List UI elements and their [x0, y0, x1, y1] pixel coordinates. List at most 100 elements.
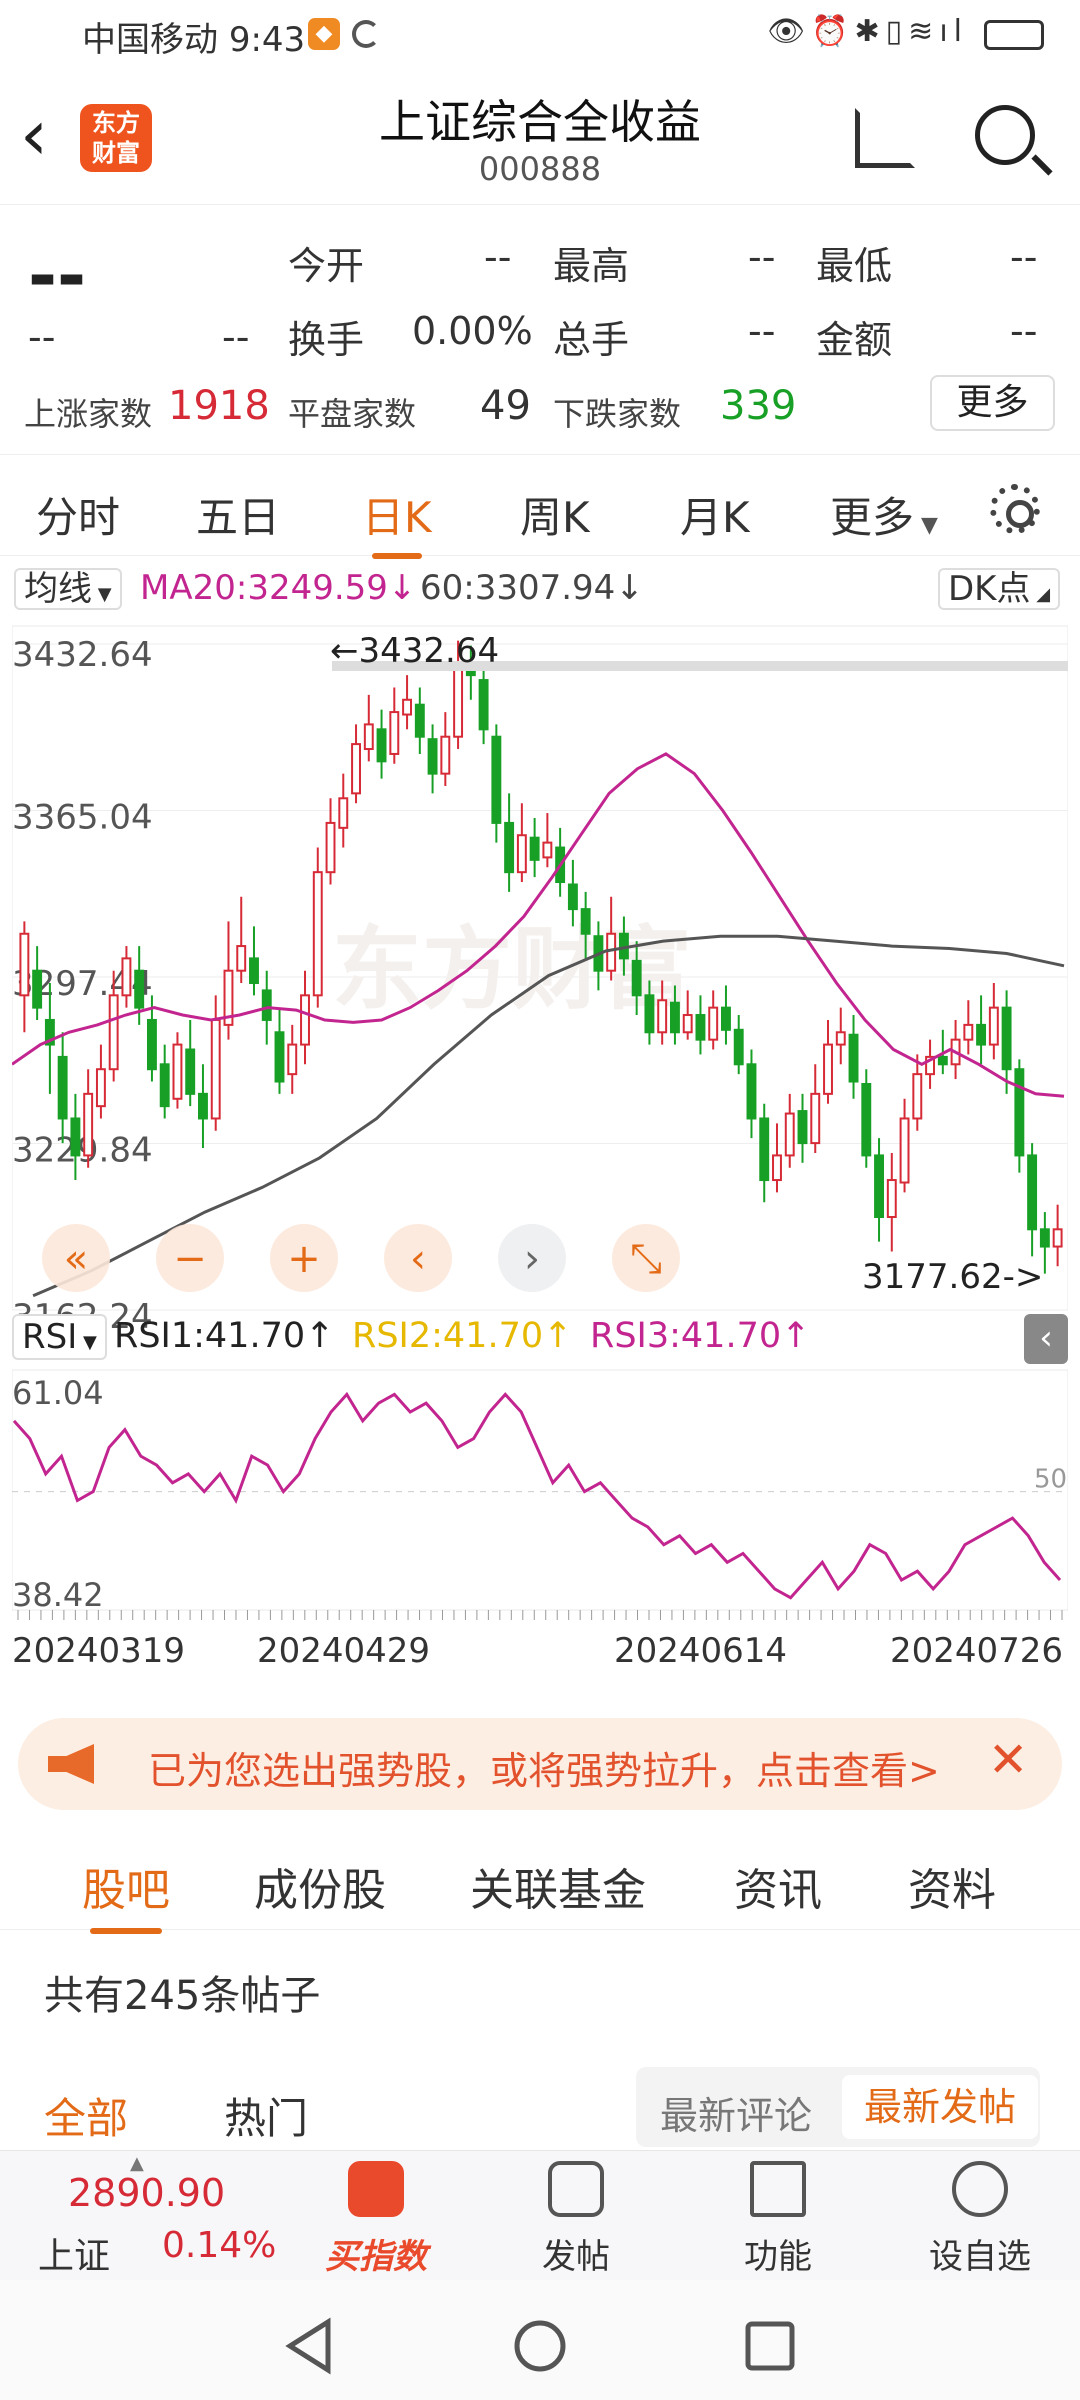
tab-news[interactable]: 资讯 [734, 1854, 822, 1918]
up-count-value: 1918 [168, 383, 270, 429]
functions-label: 功能 [744, 2237, 812, 2277]
candle-body [606, 932, 617, 972]
collapse-panel-button[interactable]: ‹ [1024, 1314, 1068, 1364]
ma-selector[interactable]: 均线 ▼ [14, 568, 122, 610]
chart-area[interactable]: 3432.643365.043297.443229.843162.24东方财富←… [11, 620, 1069, 1700]
tab-daily-k[interactable]: 日K [362, 484, 432, 559]
candle-body [861, 1082, 872, 1157]
candle-body [300, 994, 310, 1046]
ma20-readout: MA20:3249.59↓ [140, 568, 417, 608]
index-value[interactable]: 2890.90 [68, 2171, 225, 2215]
megaphone-icon [48, 1744, 94, 1784]
nav-home-icon[interactable] [510, 2316, 570, 2376]
rsi-selector[interactable]: RSI ▼ [12, 1314, 107, 1360]
candle-body [402, 698, 413, 716]
post-count: 共有245条帖子 [44, 1973, 321, 2019]
dk-point-button[interactable]: DK点 ◢ [938, 568, 1061, 610]
rsi-y-min: 38.42 [12, 1576, 104, 1614]
dropdown-arrow-icon: ▼ [77, 1332, 97, 1353]
pan-right-button-icon: › [524, 1236, 540, 1282]
add-watchlist-label: 设自选 [929, 2237, 1031, 2277]
candle-body [312, 871, 323, 997]
candle-body [453, 661, 464, 738]
change-percent: -- [222, 315, 250, 359]
tab-constituents[interactable]: 成份股 [254, 1854, 386, 1918]
candle-body [427, 738, 438, 775]
more-dots-icon [952, 2161, 1008, 2217]
bottom-dock: ▲ 2890.90 上证 0.14% 买指数 发帖 功能 设自选 [0, 2150, 1080, 2280]
x-date-label: 20240319 [12, 1631, 185, 1671]
current-price: -- [28, 235, 87, 317]
candle-body [733, 1028, 744, 1066]
open-value: -- [484, 235, 512, 279]
change-amount: -- [28, 315, 56, 359]
tab-weekly-k[interactable]: 周K [520, 484, 590, 545]
y-tick-label: 3432.64 [12, 635, 153, 675]
tab-more[interactable]: 更多 ▼ [830, 484, 938, 545]
zoom-out-button[interactable]: − [156, 1224, 224, 1292]
stock-code: 000888 [478, 150, 602, 188]
candle-body [937, 1055, 948, 1066]
pan-right-button[interactable]: › [498, 1224, 566, 1292]
open-label: 今开 [288, 244, 365, 288]
banner-text: 已为您选出强势股，或将强势拉升，点击查看> [148, 1749, 940, 1793]
low-value: -- [1010, 235, 1038, 279]
candle-body [912, 1073, 923, 1120]
candle-body [491, 735, 502, 824]
filter-all[interactable]: 全部 [44, 2085, 128, 2146]
post-button[interactable]: 发帖 [506, 2161, 646, 2278]
nav-recents-icon[interactable] [740, 2316, 800, 2376]
pan-left-button[interactable]: ‹ [384, 1224, 452, 1292]
dropdown-arrow-icon: ▼ [914, 513, 938, 538]
search-icon[interactable] [975, 105, 1035, 165]
candle-body [848, 1033, 859, 1083]
candle-body [134, 969, 145, 1009]
ma60-readout: 60:3307.94↓ [420, 568, 644, 608]
system-status-icons: 👁⏰✱▯≋ıl [767, 14, 968, 49]
buy-index-button[interactable]: 买指数 [306, 2161, 446, 2278]
tab-five-day[interactable]: 五日 [196, 484, 280, 545]
chart-svg[interactable]: 3432.643365.043297.443229.843162.24东方财富←… [11, 620, 1069, 1700]
candle-body [988, 1006, 999, 1046]
candle-body [874, 1154, 884, 1218]
tab-monthly-k[interactable]: 月K [680, 484, 750, 545]
candle-body [414, 703, 425, 738]
nav-back-icon[interactable] [280, 2316, 340, 2376]
functions-button[interactable]: 功能 [708, 2161, 848, 2278]
expand-button[interactable]: ⤡ [612, 1224, 680, 1292]
zoom-in-button[interactable]: + [270, 1224, 338, 1292]
filter-hot[interactable]: 热门 [224, 2085, 308, 2146]
close-icon[interactable]: ✕ [988, 1732, 1028, 1788]
gear-icon[interactable] [990, 484, 1040, 534]
rsi-ref-label: 50 [1034, 1465, 1067, 1495]
candle-body [504, 821, 515, 874]
candle-body [236, 945, 247, 972]
pan-left-button-icon: ‹ [410, 1236, 426, 1282]
status-bar: 中国移动 9:43 ◆ 👁⏰✱▯≋ıl [0, 0, 1080, 70]
high-label: 最高 [553, 244, 630, 288]
rsi2-readout: RSI2:41.70↑ [352, 1316, 573, 1356]
promo-banner[interactable]: 已为您选出强势股，或将强势拉升，点击查看> ✕ [18, 1718, 1062, 1810]
add-watchlist-button[interactable]: 设自选 [910, 2161, 1050, 2278]
tab-profile[interactable]: 资料 [908, 1854, 996, 1918]
sort-latest-post[interactable]: 最新发帖 [842, 2075, 1038, 2139]
header: ‹ 东方 财富 上证综合全收益 000888 [0, 70, 1080, 205]
posts-section: 共有245条帖子 全部 热门 最新评论 最新发帖 [0, 1935, 1080, 2150]
tab-guba[interactable]: 股吧 [82, 1854, 170, 1934]
sort-latest-comment[interactable]: 最新评论 [660, 2085, 812, 2140]
x-date-label: 20240726 [890, 1631, 1063, 1671]
candle-body [274, 1031, 285, 1083]
candle-body [963, 1023, 974, 1041]
turnover-value: 0.00% [412, 309, 533, 353]
tab-intraday[interactable]: 分时 [36, 484, 120, 545]
candle-body [121, 957, 132, 997]
content-tabs: 股吧 成份股 关联基金 资讯 资料 [0, 1830, 1080, 1934]
candle-body [886, 1179, 897, 1218]
more-stats-button[interactable]: 更多 [930, 375, 1055, 431]
amount-value: -- [1010, 309, 1038, 353]
tab-related-funds[interactable]: 关联基金 [470, 1854, 646, 1918]
share-icon[interactable] [855, 108, 915, 168]
grid-icon [750, 2161, 806, 2217]
candle-body [708, 1006, 719, 1041]
rewind-button[interactable]: « [42, 1224, 110, 1292]
